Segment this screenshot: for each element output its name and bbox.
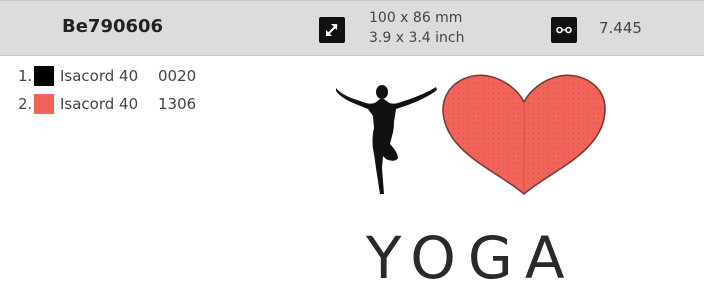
design-size: 100 x 86 mm 3.9 x 3.4 inch: [369, 8, 465, 48]
color-swatch: [34, 66, 54, 86]
stitch-count-icon: [551, 17, 577, 43]
thread-code: 1306: [158, 95, 197, 113]
yoga-word: YOGA: [366, 224, 577, 292]
thread-name: Isacord 40: [60, 95, 139, 113]
thread-name: Isacord 40: [60, 67, 139, 85]
color-index: 2.: [18, 95, 33, 113]
resize-arrows-icon: [319, 17, 345, 43]
design-preview: [336, 66, 606, 210]
stitch-count: 7.445: [599, 19, 642, 37]
thread-code: 0020: [158, 67, 197, 85]
color-swatch: [34, 94, 54, 114]
size-inch: 3.9 x 3.4 inch: [369, 30, 465, 46]
embroidery-design-sheet: Be790606 100 x 86 mm 3.9 x 3.4 inch 7.44…: [0, 0, 704, 302]
yoga-figure-icon: [336, 85, 437, 194]
size-mm: 100 x 86 mm: [369, 10, 463, 26]
design-header: Be790606 100 x 86 mm 3.9 x 3.4 inch 7.44…: [0, 0, 704, 56]
design-name: Be790606: [62, 16, 164, 37]
color-index: 1.: [18, 67, 33, 85]
